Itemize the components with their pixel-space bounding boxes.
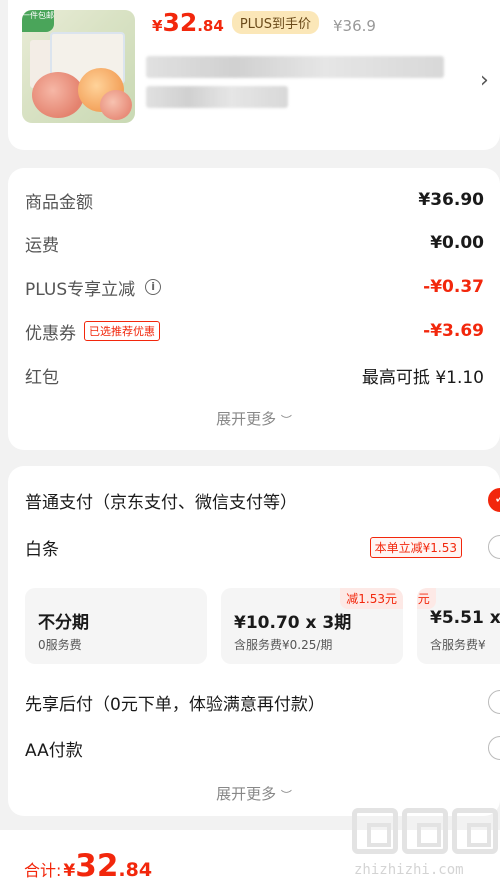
radio-icon[interactable] — [488, 690, 500, 714]
blurred-product-spec — [146, 86, 288, 108]
installment-main: 不分期 — [38, 613, 89, 633]
watermark-text: zhizhizhi.com — [354, 862, 464, 878]
summary-value: ¥36.90 — [418, 190, 484, 210]
installment-option[interactable]: 减1.53元 ¥10.70 x 3期 含服务费¥0.25/期 — [221, 588, 403, 664]
installment-main: ¥5.51 x — [430, 608, 500, 628]
price-currency: ¥ — [152, 17, 163, 35]
plus-price-badge: PLUS到手价 — [231, 11, 320, 34]
chevron-down-icon: ︶ — [280, 414, 292, 427]
original-price: ¥36.9 — [333, 17, 376, 35]
radio-checked-icon[interactable]: ✓ — [488, 488, 500, 512]
pay-option-normal[interactable]: 普通支付（京东支付、微信支付等） ✓ — [25, 485, 500, 515]
total-integer: 32 — [75, 848, 119, 884]
total-label: 合计: — [24, 861, 62, 880]
summary-label: 红包 — [25, 367, 59, 388]
chevron-right-icon[interactable]: › — [480, 68, 489, 93]
order-summary-card: 商品金额 ¥36.90 运费 ¥0.00 PLUS专享立减 i -¥0.37 优… — [8, 168, 500, 450]
summary-label: 商品金额 — [25, 192, 93, 213]
pay-option-label: AA付款 — [25, 740, 83, 761]
installment-fee: 0服务费 — [38, 638, 82, 652]
summary-label: 运费 — [25, 235, 59, 256]
price-integer: 32 — [162, 8, 198, 37]
summary-row-shipping: 运费 ¥0.00 — [25, 228, 484, 258]
installment-fee: 含服务费¥0.25/期 — [234, 638, 333, 652]
watermark-glyph — [452, 808, 498, 854]
summary-value: -¥3.69 — [423, 321, 484, 341]
product-image-fruit — [100, 90, 132, 120]
coupon-recommended-tag: 已选推荐优惠 — [84, 321, 160, 341]
summary-label: PLUS专享立减 — [25, 279, 136, 300]
summary-label: 优惠券 — [25, 323, 76, 344]
watermark-logo — [352, 808, 498, 856]
summary-value: -¥0.37 — [423, 277, 484, 297]
installment-main: ¥10.70 x 3期 — [234, 613, 352, 633]
product-card[interactable]: 一件包邮 ¥ 32 .84 PLUS到手价 ¥36.9 › — [8, 0, 500, 150]
watermark-glyph — [402, 808, 448, 854]
total-decimal: .84 — [118, 859, 153, 881]
total-currency: ¥ — [63, 861, 76, 881]
expand-more-label: 展开更多 — [216, 410, 277, 428]
order-total: 合计: ¥ 32 .84 — [24, 848, 152, 884]
radio-icon[interactable] — [488, 535, 500, 559]
info-icon[interactable]: i — [145, 279, 162, 295]
baitiao-discount-badge: 本单立减¥1.53 — [369, 536, 462, 558]
free-shipping-tag: 一件包邮 — [22, 10, 54, 32]
installment-option[interactable]: 不分期 0服务费 — [25, 588, 207, 664]
pay-option-first-pay[interactable]: 先享后付（0元下单，体验满意再付款） — [25, 687, 500, 717]
product-image-fruit — [32, 72, 84, 118]
pay-option-label: 先享后付（0元下单，体验满意再付款） — [25, 694, 325, 715]
payment-method-card: 普通支付（京东支付、微信支付等） ✓ 白条 本单立减¥1.53 不分期 0服务费… — [8, 466, 500, 816]
payment-expand-more[interactable]: 展开更多 ︶ — [8, 783, 500, 804]
installment-discount: 减1.53元 — [340, 588, 403, 609]
site-watermark: zhizhizhi.com — [352, 808, 498, 886]
product-price-line: ¥ 32 .84 PLUS到手价 ¥36.9 — [152, 8, 376, 44]
price-decimal: .84 — [197, 17, 224, 35]
summary-value: ¥0.00 — [430, 233, 484, 253]
radio-icon[interactable] — [488, 736, 500, 760]
pay-option-baitiao[interactable]: 白条 本单立减¥1.53 — [25, 532, 500, 562]
summary-row-coupon[interactable]: 优惠券 已选推荐优惠 -¥3.69 — [25, 316, 484, 346]
summary-expand-more[interactable]: 展开更多 ︶ — [8, 408, 500, 429]
summary-row-goods-amount: 商品金额 ¥36.90 — [25, 185, 484, 215]
watermark-glyph — [352, 808, 398, 854]
pay-option-label: 普通支付（京东支付、微信支付等） — [25, 492, 297, 513]
chevron-down-icon: ︶ — [280, 789, 292, 802]
summary-row-red-packet[interactable]: 红包 最高可抵 ¥1.10 — [25, 360, 484, 390]
pay-option-label: 白条 — [25, 539, 59, 560]
pay-option-aa[interactable]: AA付款 — [25, 733, 500, 763]
product-image[interactable]: 一件包邮 — [22, 10, 135, 123]
blurred-product-title — [146, 56, 444, 78]
summary-label-wrap: 优惠券 已选推荐优惠 — [25, 319, 160, 344]
installment-option[interactable]: 减1.53元 ¥5.51 x 含服务费¥ — [417, 588, 500, 664]
installment-fee: 含服务费¥ — [430, 638, 486, 652]
summary-value: 最高可抵 ¥1.10 — [361, 367, 484, 388]
summary-row-plus-discount: PLUS专享立减 i -¥0.37 — [25, 272, 484, 302]
summary-label-wrap: PLUS专享立减 i — [25, 275, 162, 300]
installment-discount: 减1.53元 — [417, 588, 436, 609]
expand-more-label: 展开更多 — [216, 785, 277, 803]
